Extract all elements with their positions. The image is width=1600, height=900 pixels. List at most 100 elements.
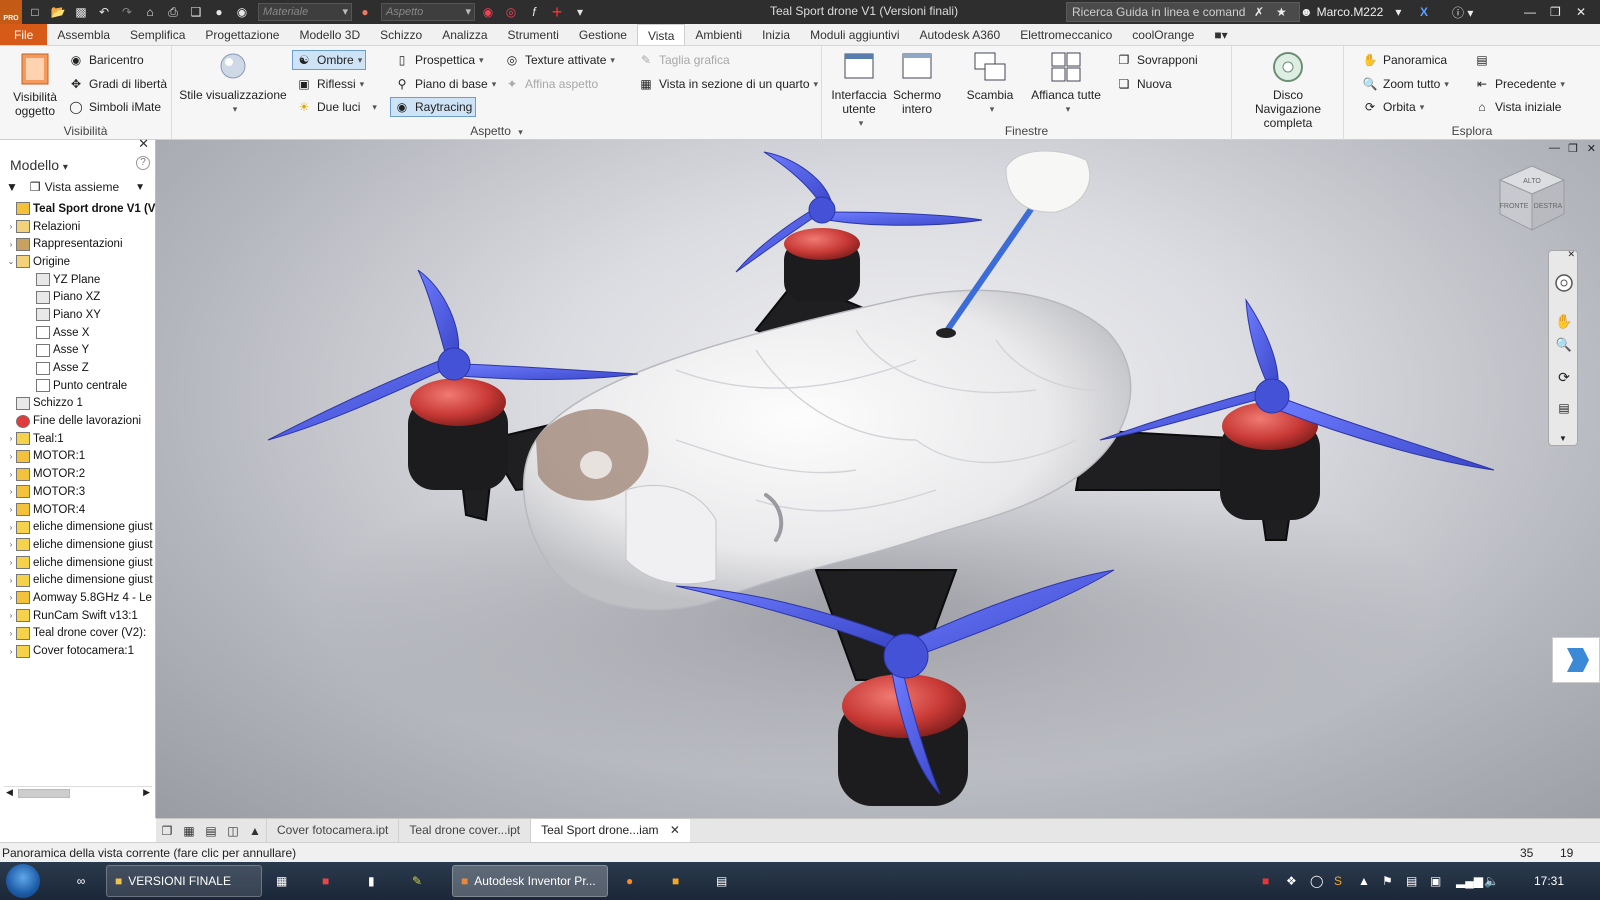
pan-hand-icon[interactable]: ✋ (1554, 313, 1574, 333)
filter-icon[interactable]: ▼ (6, 180, 18, 194)
prospettica-button[interactable]: ▯ Prospettica ▾ (394, 52, 484, 68)
start-button[interactable] (6, 864, 40, 898)
tree-item[interactable]: › MOTOR:2 (0, 465, 156, 483)
expand-toggle-icon[interactable]: › (6, 540, 16, 549)
scrollbar-thumb[interactable] (18, 789, 70, 798)
tree-item[interactable]: › Teal drone cover (V2): (0, 625, 156, 643)
arduino-icon[interactable]: ∞ (66, 865, 96, 897)
appearance-combo[interactable]: Aspetto (381, 3, 475, 21)
exchange-icon[interactable]: X (1420, 2, 1428, 22)
expand-toggle-icon[interactable]: ⌄ (6, 257, 16, 266)
adjust-icon[interactable]: ◉ (478, 3, 498, 21)
riflessi-button[interactable]: ▣ Riflessi ▾ (296, 76, 364, 92)
close-icon[interactable]: ✕ (1567, 249, 1575, 260)
tree-item[interactable]: Asse Z (0, 359, 156, 377)
orbita-button[interactable]: ⟳ Orbita ▾ (1362, 99, 1424, 115)
tray-red-icon[interactable]: ■ (1262, 862, 1269, 900)
expand-toggle-icon[interactable]: › (6, 611, 16, 620)
tab-vista[interactable]: Vista (636, 24, 686, 45)
window-list-icon[interactable]: ▲ (244, 819, 266, 842)
tab-gestione[interactable]: Gestione (569, 24, 637, 45)
texture-button[interactable]: ◎ Texture attivate ▾ (504, 52, 615, 68)
tab-strumenti[interactable]: Strumenti (498, 24, 569, 45)
tile-windows-icon[interactable]: ▦ (178, 819, 200, 842)
help-icon[interactable]: ⓘ ▾ (1452, 2, 1473, 22)
tab-assembla[interactable]: Assembla (47, 24, 120, 45)
home-icon[interactable]: ⌂ (140, 3, 160, 21)
vista-iniziale-button[interactable]: ⌂ Vista iniziale (1474, 99, 1561, 115)
tray-dropbox-icon[interactable]: ❖ (1286, 862, 1297, 900)
tree-item[interactable]: › RunCam Swift v13:1 (0, 607, 156, 625)
panel-aspetto-title[interactable]: Aspetto ▾ (172, 124, 821, 138)
fusion-icon[interactable]: ■ (672, 865, 679, 897)
expand-toggle-icon[interactable]: › (6, 593, 16, 602)
due-luci-button[interactable]: ☀ Due luci ▾ (296, 99, 377, 115)
doc-tab-teal-drone-cover[interactable]: Teal drone cover...ipt (398, 819, 530, 842)
chevron-down-icon[interactable]: ▼ (135, 182, 145, 193)
print-icon[interactable]: ⎙ (163, 3, 183, 21)
sovrapponi-button[interactable]: ❐ Sovrapponi (1116, 52, 1198, 68)
viewcube[interactable]: ALTO FRONTE DESTRA (1496, 162, 1568, 234)
tab-analizza[interactable]: Analizza (432, 24, 497, 45)
tools-icon[interactable]: ✗ (1254, 2, 1264, 22)
panoramica-button[interactable]: ✋ Panoramica (1362, 52, 1448, 68)
tile-vertical-icon[interactable]: ◫ (222, 819, 244, 842)
viewport-close-button[interactable]: ✕ (1587, 142, 1596, 155)
wifi-icon[interactable]: ▂▄▆ (1456, 862, 1483, 900)
tree-item[interactable]: Teal Sport drone V1 (V (0, 200, 156, 218)
gradi-liberta-button[interactable]: ✥ Gradi di libertà (68, 76, 167, 92)
tree-item[interactable]: Fine delle lavorazioni (0, 412, 156, 430)
browser-title[interactable]: Modello ▾ (10, 157, 68, 173)
disco-navigazione-button[interactable]: Disco Navigazione completa (1236, 50, 1340, 130)
tile-horizontal-icon[interactable]: ▤ (200, 819, 222, 842)
interfaccia-utente-button[interactable]: Interfaccia utente ▾ (828, 50, 890, 130)
viewport-restore-button[interactable]: ❐ (1568, 142, 1578, 155)
tree-item[interactable]: Punto centrale (0, 377, 156, 395)
sketch-app-icon[interactable]: ✎ (412, 865, 422, 897)
tab-moduli-aggiuntivi[interactable]: Moduli aggiuntivi (800, 24, 909, 45)
stile-visualizzazione-button[interactable]: Stile visualizzazione ▾ (178, 50, 288, 116)
baricentro-button[interactable]: ◉ Baricentro (68, 52, 144, 68)
calculator-icon[interactable]: ▦ (276, 865, 287, 897)
taskbar-app-inventor[interactable]: ■ Autodesk Inventor Pr... (452, 865, 608, 897)
simboli-imate-button[interactable]: ◯ Simboli iMate (68, 99, 161, 115)
ombre-button[interactable]: ☯ Ombre ▾ (292, 50, 367, 70)
tray-icon[interactable]: ◯ (1310, 862, 1323, 900)
precedente-button[interactable]: ⇤ Precedente ▾ (1474, 76, 1565, 92)
save-icon[interactable]: ▩ (71, 3, 91, 21)
close-icon[interactable]: ✕ (670, 823, 680, 837)
help-search-input[interactable]: Ricerca Guida in linea e comand (1066, 2, 1300, 22)
tree-item[interactable]: › MOTOR:3 (0, 483, 156, 501)
side-widget[interactable] (1552, 637, 1600, 683)
user-menu[interactable]: ☻ Marco.M222 ▾ (1300, 2, 1401, 22)
tab-modello-3d[interactable]: Modello 3D (289, 24, 370, 45)
undo-icon[interactable]: ↶ (94, 3, 114, 21)
doc-tab-cover-fotocamera[interactable]: Cover fotocamera.ipt (266, 819, 398, 842)
ribbon-options-icon[interactable]: ■▾ (1204, 24, 1237, 45)
update-icon[interactable]: ● (209, 3, 229, 21)
redo-icon[interactable]: ↷ (117, 3, 137, 21)
scambia-button[interactable]: Scambia ▾ (962, 50, 1018, 116)
favorites-icon[interactable]: ★ (1276, 2, 1287, 22)
tree-item[interactable]: Piano XY (0, 306, 156, 324)
expand-toggle-icon[interactable]: › (6, 629, 16, 638)
globe-icon[interactable]: ◉ (232, 3, 252, 21)
piano-base-button[interactable]: ⚲ Piano di base ▾ (394, 76, 497, 92)
tray-action-icon[interactable]: ▣ (1430, 862, 1441, 900)
new-icon[interactable]: □ (25, 3, 45, 21)
zoom-tutto-button[interactable]: 🔍 Zoom tutto ▾ (1362, 76, 1449, 92)
tree-item[interactable]: › eliche dimensione giust (0, 571, 156, 589)
tree-item[interactable]: YZ Plane (0, 271, 156, 289)
tab-coolorange[interactable]: coolOrange (1122, 24, 1204, 45)
orbit-icon[interactable]: ⟳ (1554, 369, 1574, 389)
look-at-button[interactable]: ▤ (1474, 52, 1495, 68)
tree-item[interactable]: Schizzo 1 (0, 395, 156, 413)
tab-autodesk-a360[interactable]: Autodesk A360 (910, 24, 1011, 45)
appearance-ball-icon[interactable]: ● (355, 3, 375, 21)
minimize-button[interactable]: — (1524, 2, 1536, 22)
expand-toggle-icon[interactable]: › (6, 576, 16, 585)
customize-qat-icon[interactable]: ▾ (570, 3, 590, 21)
tree-item[interactable]: › Aomway 5.8GHz 4 - Le (0, 589, 156, 607)
zoom-icon[interactable]: 🔍 (1554, 337, 1574, 357)
schermo-intero-button[interactable]: Schermo intero (892, 50, 942, 116)
